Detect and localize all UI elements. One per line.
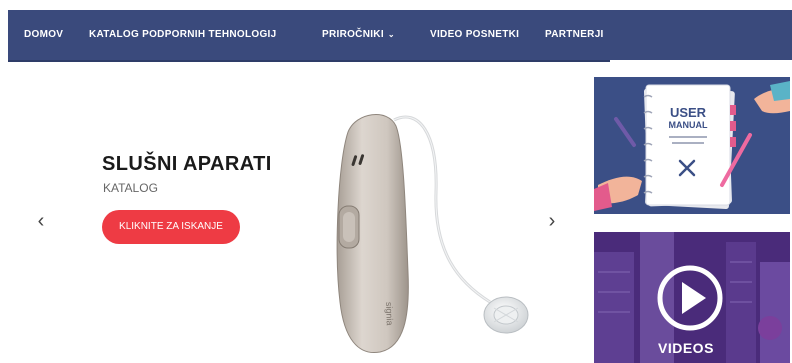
slide-subtitle: KATALOG [103,181,158,195]
chevron-left-icon[interactable]: ‹ [31,210,51,233]
user-manual-card[interactable]: USER MANUAL [594,77,790,214]
videos-card[interactable]: VIDEOS [594,232,790,363]
user-manual-illustration: USER MANUAL [594,81,790,211]
nav-item-guides[interactable]: PRIROČNIKI ⌄ [322,10,395,60]
nav-item-home[interactable]: DOMOV [24,10,63,60]
navigation-bar-extension [610,10,792,60]
device-brand-text: signia [384,302,395,326]
nav-item-catalog[interactable]: KATALOG PODPORNIH TEHNOLOGIJ [89,10,276,60]
nav-item-partners[interactable]: PARTNERJI [545,10,604,60]
manual-title-line2: MANUAL [669,120,708,130]
manual-title-line1: USER [670,105,707,120]
search-button[interactable]: KLIKNITE ZA ISKANJE [102,210,240,244]
nav-item-videos[interactable]: VIDEO POSNETKI [430,10,519,60]
hero-slider: ‹ › SLUŠNI APARATI KATALOG KLIKNITE ZA I… [8,62,584,363]
main-navigation: DOMOV KATALOG PODPORNIH TEHNOLOGIJ PRIRO… [8,10,610,62]
hearing-aid-image: signia [336,114,529,354]
chevron-down-icon: ⌄ [387,30,395,39]
videos-label: VIDEOS [658,340,714,356]
slide-title: SLUŠNI APARATI [102,153,272,175]
nav-item-guides-label: PRIROČNIKI [322,29,384,40]
